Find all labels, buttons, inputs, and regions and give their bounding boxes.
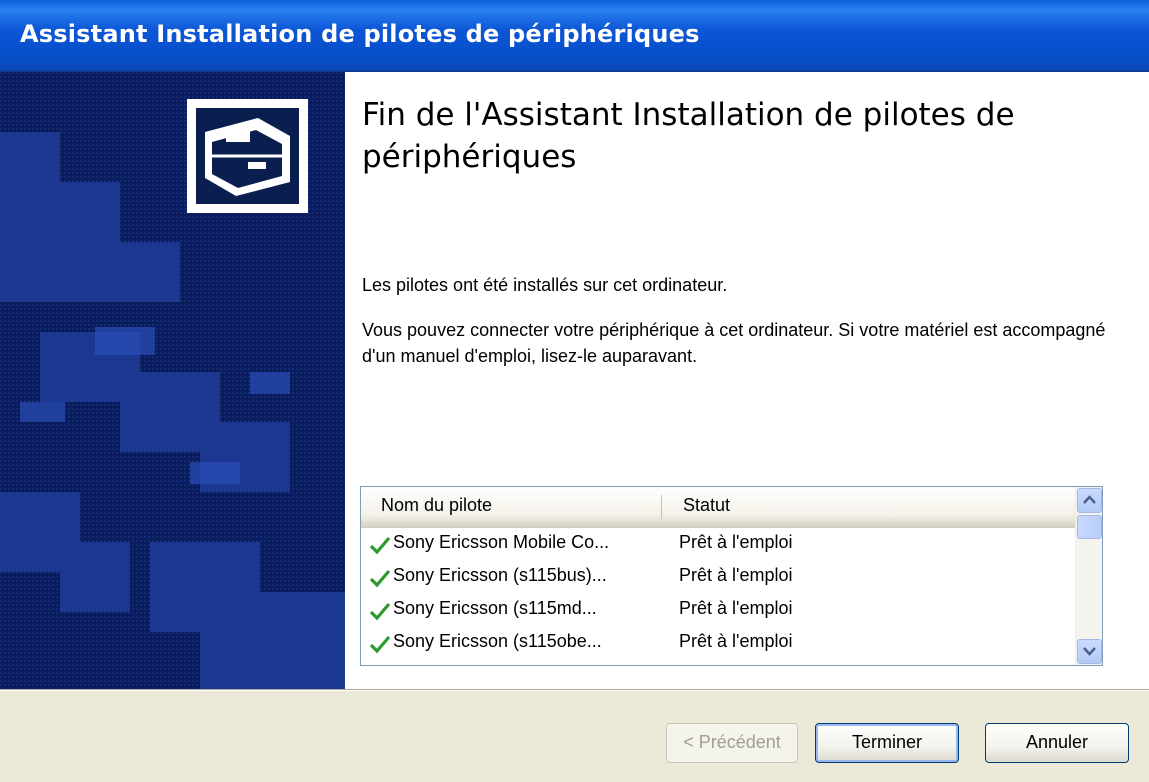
driver-status: Prêt à l'emploi — [679, 631, 793, 651]
column-divider[interactable] — [661, 495, 662, 519]
list-header: Nom du pilote Statut — [361, 487, 1075, 528]
chevron-up-icon — [1083, 495, 1096, 504]
column-header-status[interactable]: Statut — [683, 495, 730, 516]
driver-name: Sony Ericsson (s115md... — [393, 598, 597, 618]
window-title: Assistant Installation de pilotes de pér… — [20, 20, 700, 48]
back-button[interactable]: < Précédent — [666, 723, 798, 763]
driver-list[interactable]: Nom du pilote Statut Sony Ericsson Mobil… — [360, 486, 1103, 666]
connect-message: Vous pouvez connecter votre périphérique… — [362, 320, 1106, 366]
chevron-down-icon — [1083, 647, 1096, 656]
driver-rows: Sony Ericsson Mobile Co... Prêt à l'empl… — [361, 528, 1075, 665]
finish-button[interactable]: Terminer — [815, 723, 959, 763]
green-check-icon — [369, 569, 391, 588]
column-header-driver-name[interactable]: Nom du pilote — [381, 495, 492, 516]
list-item[interactable]: Sony Ericsson (s115obe... Prêt à l'emplo… — [361, 627, 1075, 659]
scroll-thumb[interactable] — [1077, 515, 1102, 539]
title-bar[interactable]: Assistant Installation de pilotes de pér… — [0, 0, 1149, 72]
page-heading: Fin de l'Assistant Installation de pilot… — [362, 97, 1015, 175]
green-check-icon — [369, 635, 391, 654]
driver-name: Sony Ericsson (s115bus)... — [393, 565, 607, 585]
list-item[interactable]: Sony Ericsson (s115md... Prêt à l'emploi — [361, 594, 1075, 626]
footer-separator — [0, 689, 1149, 691]
driver-name: Sony Ericsson Mobile Co... — [393, 532, 610, 552]
driver-status: Prêt à l'emploi — [679, 565, 793, 585]
installed-message: Les pilotes ont été installés sur cet or… — [362, 275, 728, 295]
list-item[interactable]: Sony Ericsson (s115bus)... Prêt à l'empl… — [361, 561, 1075, 593]
green-check-icon — [369, 602, 391, 621]
banner-artwork — [0, 72, 345, 689]
driver-status: Prêt à l'emploi — [679, 532, 793, 552]
scroll-up-button[interactable] — [1077, 488, 1102, 513]
wizard-side-banner — [0, 72, 345, 689]
green-check-icon — [369, 536, 391, 555]
driver-name: Sony Ericsson (s115obe... — [393, 631, 602, 651]
vertical-scrollbar[interactable] — [1075, 487, 1102, 665]
wizard-window: Assistant Installation de pilotes de pér… — [0, 0, 1149, 782]
scroll-down-button[interactable] — [1077, 639, 1102, 664]
wizard-content: Fin de l'Assistant Installation de pilot… — [345, 72, 1149, 689]
list-item[interactable]: Sony Ericsson Mobile Co... Prêt à l'empl… — [361, 528, 1075, 560]
device-install-icon — [187, 99, 308, 213]
driver-status: Prêt à l'emploi — [679, 598, 793, 618]
cancel-button[interactable]: Annuler — [985, 723, 1129, 763]
